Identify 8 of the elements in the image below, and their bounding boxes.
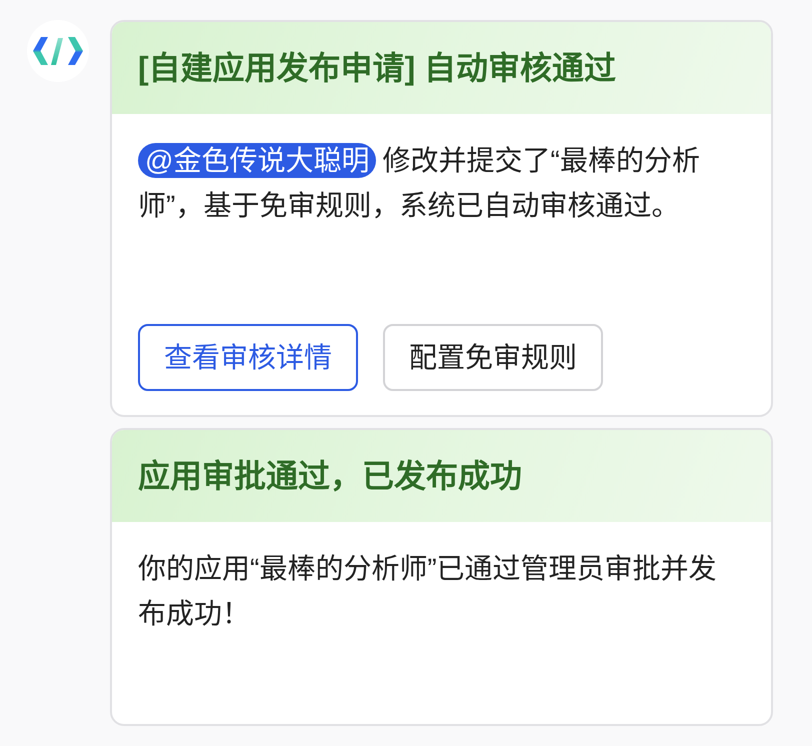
mention-link[interactable]: @金色传说大聪明 (138, 143, 376, 178)
action-button[interactable]: 查看审核详情 (138, 324, 358, 391)
message-text: 你的应用“最棒的分析师”已通过管理员审批并发布成功！ (138, 552, 718, 631)
message-text: @金色传说大聪明 修改并提交了“最棒的分析师”，基于免审规则，系统已自动审核通过。 (138, 142, 701, 223)
action-button[interactable]: 配置免审规则 (383, 324, 603, 391)
code-brackets-icon (27, 20, 89, 82)
card-title: [自建应用发布申请] 自动审核通过 (138, 48, 616, 88)
card-title: 应用审批通过，已发布成功 (138, 456, 522, 496)
